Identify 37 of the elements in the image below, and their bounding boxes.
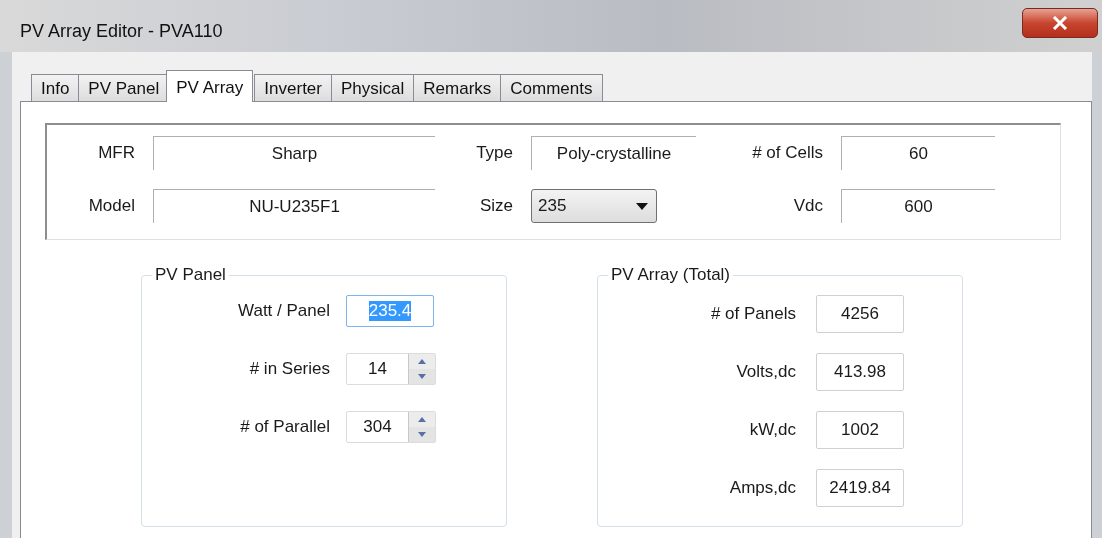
caret-icon	[636, 202, 648, 210]
tab[interactable]: Comments	[500, 74, 603, 102]
window-title: PV Array Editor - PVA110	[20, 21, 223, 42]
field-label: Volts,dc	[735, 362, 796, 382]
text-field[interactable]: 2419.84	[816, 469, 904, 507]
text-field[interactable]: Poly-crystalline	[531, 136, 696, 170]
group-title: PV Panel	[154, 265, 227, 285]
field-label: Watt / Panel	[237, 301, 330, 321]
text-field[interactable]: 600	[841, 189, 995, 223]
field-label: Size	[478, 196, 513, 216]
tab[interactable]: Remarks	[413, 74, 502, 102]
field-label: # of Cells	[751, 143, 823, 163]
tab[interactable]: Physical	[331, 74, 415, 102]
close-icon	[1052, 16, 1068, 30]
field-label: Type	[475, 143, 513, 163]
text-field[interactable]: 60	[841, 136, 995, 170]
tab[interactable]: PV Array	[166, 70, 254, 102]
text-field[interactable]: NU-U235F1	[153, 189, 435, 223]
text-field[interactable]: Sharp	[153, 136, 435, 170]
tab[interactable]: Info	[31, 74, 80, 102]
tab[interactable]: Inverter	[254, 74, 332, 102]
field-label: MFR	[97, 143, 135, 163]
close-button[interactable]	[1022, 8, 1098, 38]
field-label: Model	[87, 196, 135, 216]
group-title: PV Array (Total)	[610, 265, 732, 285]
field-label: Vdc	[792, 196, 823, 216]
text-field[interactable]: 1002	[816, 411, 904, 449]
field-label: # of Parallel	[239, 417, 330, 437]
text-field[interactable]: 4256	[816, 295, 904, 333]
field-label: # of Panels	[709, 304, 796, 324]
field-label: # in Series	[248, 359, 330, 379]
size-dropdown[interactable]: 235	[531, 189, 657, 223]
number-spinner[interactable]: 14	[346, 353, 436, 385]
field-label: kW,dc	[748, 420, 796, 440]
field-label: Amps,dc	[728, 478, 796, 498]
text-field[interactable]: 413.98	[816, 353, 904, 391]
number-spinner[interactable]: 304	[346, 411, 436, 443]
